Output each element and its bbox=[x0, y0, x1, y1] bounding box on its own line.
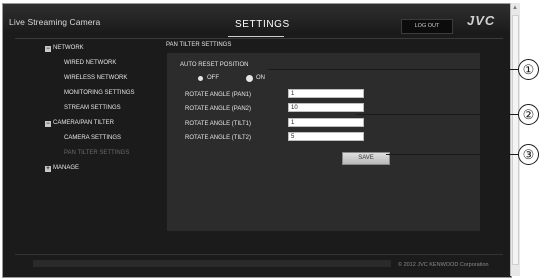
auto-reset-label: AUTO RESET POSITION bbox=[180, 62, 249, 68]
pan1-input[interactable]: 1 bbox=[288, 89, 364, 98]
sidebar-item-camera-pan-tilter[interactable]: − CAMERA/PAN TILTER bbox=[45, 120, 114, 127]
collapse-icon[interactable]: − bbox=[45, 121, 51, 127]
pan1-label: ROTATE ANGLE (PAN1) bbox=[185, 92, 252, 98]
expand-icon[interactable]: + bbox=[45, 166, 51, 172]
callout-3: ③ bbox=[518, 144, 539, 165]
callout-2: ② bbox=[518, 104, 539, 125]
callout-1: ① bbox=[518, 59, 539, 80]
footer-divider bbox=[15, 254, 503, 255]
logout-button[interactable]: LOG OUT bbox=[401, 19, 453, 34]
copyright: © 2012 JVC KENWOOD Corporation bbox=[398, 262, 489, 268]
scrollbar-thumb[interactable] bbox=[512, 15, 519, 265]
tilt1-label: ROTATE ANGLE (TILT1) bbox=[185, 121, 252, 127]
sidebar-item-manage[interactable]: + MANAGE bbox=[45, 165, 79, 172]
sidebar-item-monitoring-settings[interactable]: MONITORING SETTINGS bbox=[64, 90, 135, 96]
header-bar: Live Streaming Camera SETTINGS LOG OUT J… bbox=[3, 4, 511, 34]
callout-leader-1 bbox=[268, 69, 518, 70]
screenshot-frame: Live Streaming Camera SETTINGS LOG OUT J… bbox=[0, 0, 558, 278]
radio-off[interactable] bbox=[198, 76, 203, 81]
browser-window: Live Streaming Camera SETTINGS LOG OUT J… bbox=[2, 3, 512, 278]
callout-leader-2 bbox=[356, 114, 518, 115]
sidebar-item-camera-settings[interactable]: CAMERA SETTINGS bbox=[64, 135, 121, 141]
callout-leader-3 bbox=[386, 154, 518, 155]
title-underline bbox=[228, 36, 284, 37]
app-title: Live Streaming Camera bbox=[9, 17, 101, 27]
vertical-scrollbar[interactable]: ▲ bbox=[510, 3, 520, 276]
section-title: PAN TILTER SETTINGS bbox=[166, 42, 232, 48]
tilt2-input[interactable]: 5 bbox=[288, 132, 364, 141]
sidebar-item-stream-settings[interactable]: STREAM SETTINGS bbox=[64, 105, 121, 111]
jvc-logo: JVC bbox=[467, 13, 496, 28]
collapse-icon[interactable]: − bbox=[45, 46, 51, 52]
save-button[interactable]: SAVE bbox=[342, 152, 390, 165]
page-title: SETTINGS bbox=[235, 19, 290, 30]
sidebar-item-wireless-network[interactable]: WIRELESS NETWORK bbox=[64, 75, 127, 81]
header-divider bbox=[15, 38, 503, 39]
radio-off-label: OFF bbox=[207, 75, 219, 81]
tilt2-label: ROTATE ANGLE (TILT2) bbox=[185, 135, 252, 141]
radio-on[interactable] bbox=[247, 76, 252, 81]
pan2-label: ROTATE ANGLE (PAN2) bbox=[185, 106, 252, 112]
pan2-input[interactable]: 10 bbox=[288, 103, 364, 112]
radio-on-label: ON bbox=[256, 75, 265, 81]
sidebar-item-network[interactable]: − NETWORK bbox=[45, 45, 84, 52]
sidebar-item-pan-tilter-settings[interactable]: PAN TILTER SETTINGS bbox=[64, 150, 129, 156]
sidebar-item-wired-network[interactable]: WIRED NETWORK bbox=[64, 60, 116, 66]
scroll-up-icon[interactable]: ▲ bbox=[512, 5, 518, 11]
tilt1-input[interactable]: 1 bbox=[288, 118, 364, 127]
status-strip bbox=[33, 260, 391, 267]
